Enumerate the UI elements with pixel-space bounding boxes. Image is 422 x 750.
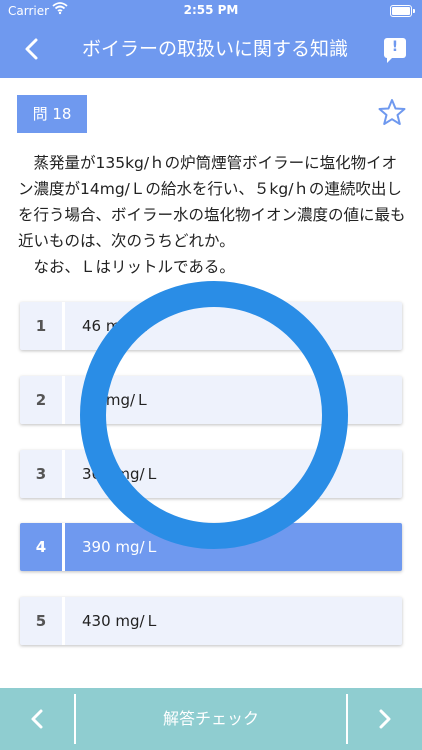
choice-2[interactable]: 2 70 mg/Ｌ bbox=[20, 376, 402, 424]
previous-question-button[interactable] bbox=[0, 688, 74, 750]
battery-icon bbox=[390, 5, 415, 17]
choice-text: 360 mg/Ｌ bbox=[82, 465, 160, 483]
page-title: ボイラーの取扱いに関する知識 bbox=[81, 38, 348, 60]
star-icon bbox=[378, 99, 406, 125]
choice-text: 46 mg/Ｌ bbox=[82, 317, 151, 335]
choice-text: 70 mg/Ｌ bbox=[82, 391, 151, 409]
question-number-badge: 問 18 bbox=[17, 95, 87, 133]
choice-text: 390 mg/Ｌ bbox=[82, 538, 160, 556]
next-question-button[interactable] bbox=[348, 688, 422, 750]
nav-bar: ボイラーの取扱いに関する知識 ! bbox=[0, 22, 422, 78]
choice-number: 3 bbox=[35, 465, 47, 483]
choice-text: 430 mg/Ｌ bbox=[82, 612, 160, 630]
report-button[interactable]: ! bbox=[384, 38, 406, 63]
bottom-toolbar: 解答チェック bbox=[0, 688, 422, 750]
choice-divider bbox=[62, 597, 65, 645]
choice-divider bbox=[62, 376, 65, 424]
bookmark-star-button[interactable] bbox=[378, 98, 406, 126]
back-button[interactable] bbox=[16, 34, 46, 64]
choice-number: 2 bbox=[35, 391, 47, 409]
check-answer-button[interactable]: 解答チェック bbox=[76, 688, 346, 750]
choice-4[interactable]: 4 390 mg/Ｌ bbox=[20, 523, 402, 571]
choice-number: 5 bbox=[35, 612, 47, 630]
chevron-left-icon bbox=[25, 38, 38, 60]
question-note: なお、Ｌはリットルである。 bbox=[33, 258, 235, 276]
choice-divider bbox=[62, 302, 65, 350]
status-bar: Carrier 2:55 PM bbox=[0, 0, 422, 22]
question-paragraph: 蒸発量が135kg/ｈの炉筒煙管ボイラーに塩化物イオン濃度が14mg/Ｌの給水を… bbox=[18, 154, 406, 250]
choice-3[interactable]: 3 360 mg/Ｌ bbox=[20, 450, 402, 498]
choice-divider bbox=[62, 523, 65, 571]
status-time: 2:55 PM bbox=[183, 3, 239, 17]
report-icon: ! bbox=[391, 39, 399, 55]
chevron-right-icon bbox=[379, 709, 391, 729]
chevron-left-icon bbox=[31, 709, 43, 729]
question-text: 蒸発量が135kg/ｈの炉筒煙管ボイラーに塩化物イオン濃度が14mg/Ｌの給水を… bbox=[18, 150, 408, 280]
choice-1[interactable]: 1 46 mg/Ｌ bbox=[20, 302, 402, 350]
choice-5[interactable]: 5 430 mg/Ｌ bbox=[20, 597, 402, 645]
choice-number: 4 bbox=[35, 538, 47, 556]
choice-number: 1 bbox=[35, 317, 47, 335]
choice-divider bbox=[62, 450, 65, 498]
